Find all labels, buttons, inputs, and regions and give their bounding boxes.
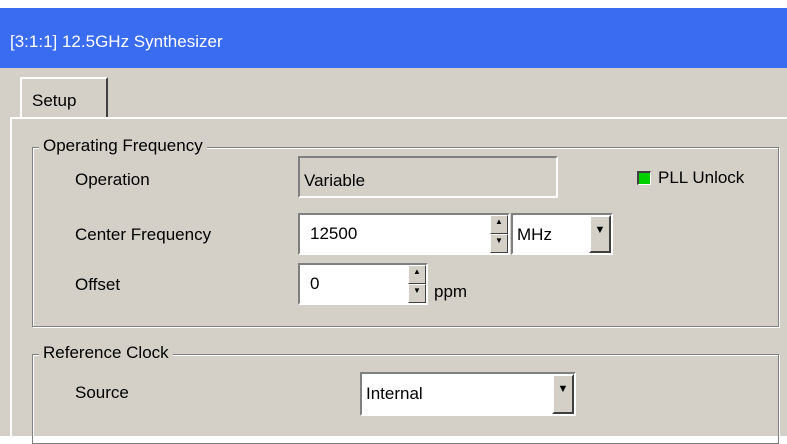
operation-label: Operation: [75, 170, 150, 189]
chevron-down-icon[interactable]: ▼: [589, 215, 611, 253]
window-title: [3:1:1] 12.5GHz Synthesizer: [10, 32, 223, 51]
chevron-down-icon[interactable]: ▼: [552, 374, 574, 414]
offset-spinner[interactable]: ▲ ▼: [408, 265, 426, 303]
center-frequency-value: 12500: [310, 224, 358, 243]
center-frequency-input[interactable]: 12500 ▲ ▼: [298, 213, 510, 255]
pll-unlock-label: PLL Unlock: [658, 168, 745, 187]
center-frequency-label: Center Frequency: [75, 225, 212, 244]
spin-up-icon[interactable]: ▲: [490, 215, 508, 234]
tab-setup[interactable]: Setup: [20, 77, 108, 119]
offset-unit-label: ppm: [434, 282, 468, 301]
spin-down-icon[interactable]: ▼: [490, 234, 508, 253]
spin-down-icon[interactable]: ▼: [408, 284, 426, 303]
source-select[interactable]: Internal ▼: [360, 372, 576, 416]
operation-field: Variable: [298, 156, 558, 198]
spin-up-icon[interactable]: ▲: [408, 265, 426, 284]
pll-unlock-indicator-icon: [637, 171, 651, 185]
source-value: Internal: [366, 384, 423, 403]
frequency-unit-select[interactable]: MHz ▼: [511, 213, 613, 255]
operation-value: Variable: [304, 171, 366, 190]
tab-setup-label: Setup: [32, 91, 77, 110]
offset-value: 0: [310, 274, 320, 293]
offset-input[interactable]: 0 ▲ ▼: [298, 263, 428, 305]
title-bar: [3:1:1] 12.5GHz Synthesizer: [0, 8, 787, 68]
reference-clock-legend: Reference Clock: [39, 343, 173, 363]
offset-label: Offset: [75, 275, 121, 294]
frequency-unit-value: MHz: [517, 225, 552, 244]
center-frequency-spinner[interactable]: ▲ ▼: [490, 215, 508, 253]
operating-frequency-legend: Operating Frequency: [39, 136, 207, 156]
source-label: Source: [75, 383, 129, 402]
